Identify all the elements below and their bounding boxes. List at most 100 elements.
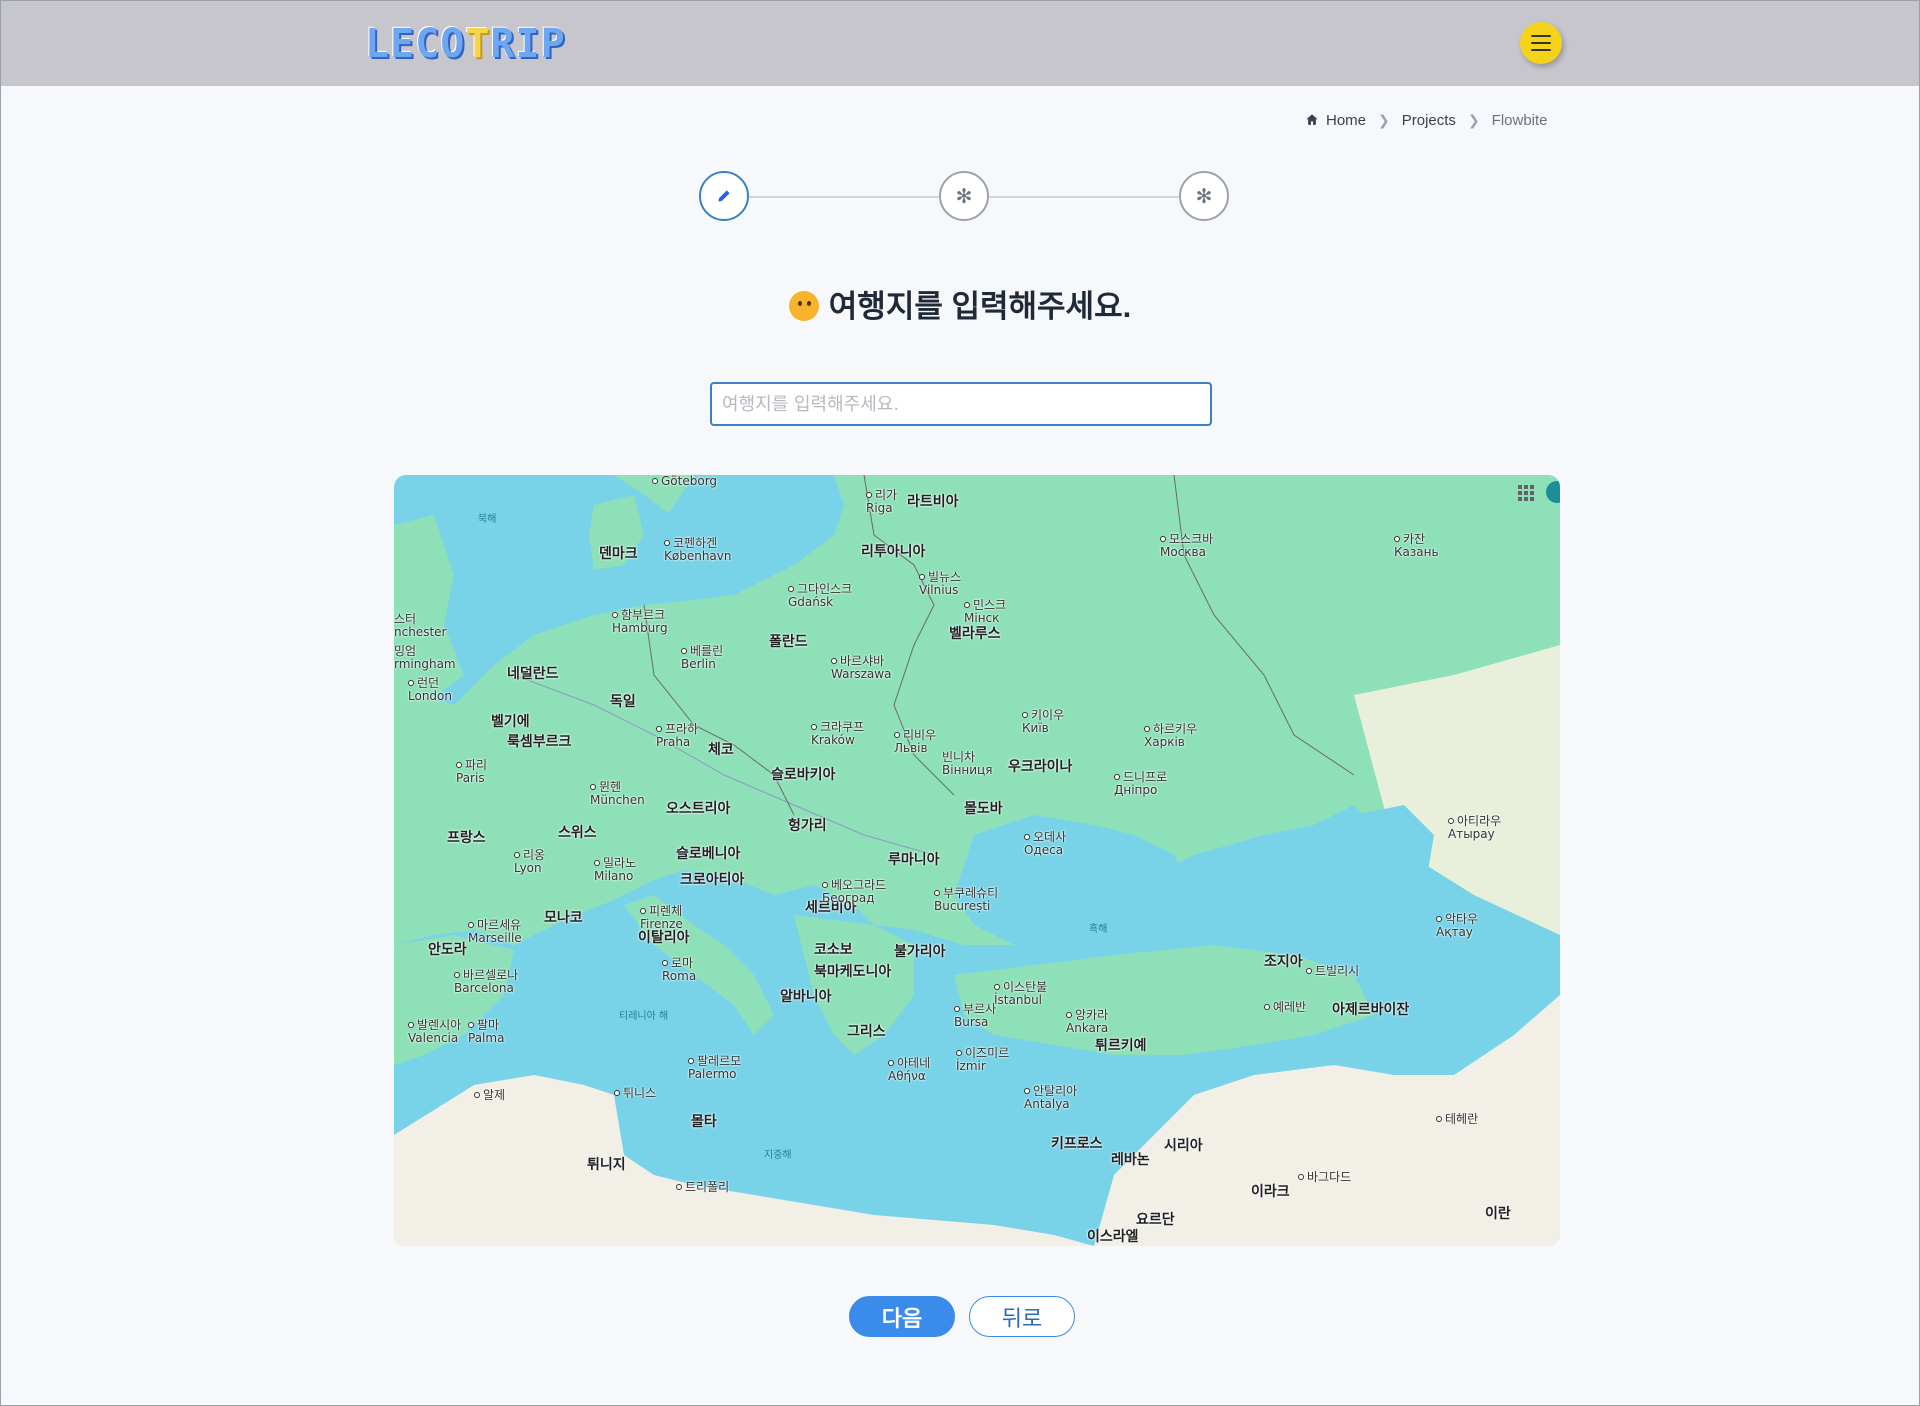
city-dot-icon bbox=[1144, 726, 1150, 732]
city-name: 안탈리아 bbox=[1033, 1084, 1078, 1098]
thinking-face-icon bbox=[788, 291, 819, 321]
country-label: 크로아티아 bbox=[680, 872, 745, 888]
page-title-text: 여행지를 입력해주세요. bbox=[828, 289, 1132, 324]
city-label: 하르키우 Харків bbox=[1144, 723, 1197, 748]
step-connector bbox=[989, 196, 1179, 198]
logo-text-part: RIP bbox=[490, 21, 566, 67]
hamburger-icon bbox=[1531, 49, 1551, 51]
country-label: 라트비아 bbox=[907, 494, 959, 510]
city-name: 밍엄 bbox=[394, 644, 417, 658]
city-label: 트빌리시 bbox=[1306, 965, 1359, 978]
city-name-en: Львів bbox=[894, 740, 928, 755]
city-dot-icon bbox=[1024, 834, 1030, 840]
country-label: 벨라루스 bbox=[949, 626, 1001, 642]
pencil-icon bbox=[718, 190, 730, 202]
city-label: 부르사 Bursa bbox=[954, 1003, 996, 1028]
city-dot-icon bbox=[640, 908, 646, 914]
country-label: 벨기에 bbox=[491, 714, 530, 730]
city-label: 바그다드 bbox=[1298, 1171, 1351, 1184]
city-dot-icon bbox=[454, 972, 460, 978]
city-label: 밀라노 Milano bbox=[594, 857, 636, 882]
step-connector bbox=[749, 196, 939, 198]
city-dot-icon bbox=[1394, 536, 1400, 542]
city-label: 그다인스크 Gdańsk bbox=[788, 583, 852, 608]
city-name: 예레반 bbox=[1273, 1000, 1307, 1014]
city-name: 이즈미르 bbox=[965, 1046, 1010, 1060]
country-label: 튀르키예 bbox=[1095, 1038, 1147, 1054]
city-name-en: Ақтау bbox=[1436, 924, 1473, 939]
city-label: 리가 Riga bbox=[866, 489, 897, 514]
lecotrip-logo[interactable]: LECOTRIP bbox=[365, 21, 566, 67]
breadcrumb-projects[interactable]: Projects bbox=[1402, 112, 1456, 129]
city-name: 리가 bbox=[875, 488, 898, 502]
city-dot-icon bbox=[1264, 1004, 1270, 1010]
map-view[interactable]: 북해 흑해 티레니아 해 지중해 Göteborg 덴마크 리투아니아 라트비아… bbox=[394, 475, 1560, 1246]
city-label: 악타우 Ақтау bbox=[1436, 913, 1478, 938]
city-name: 발렌시아 bbox=[417, 1018, 462, 1032]
city-label: 리옹 Lyon bbox=[514, 849, 545, 874]
country-label: 폴란드 bbox=[769, 634, 808, 650]
city-label: 튀니스 bbox=[614, 1087, 656, 1100]
apps-grid-icon[interactable] bbox=[1518, 485, 1534, 501]
city-dot-icon bbox=[1436, 916, 1442, 922]
city-name: 피렌체 bbox=[649, 904, 683, 918]
country-label: 안도라 bbox=[428, 942, 467, 958]
city-name: 키이우 bbox=[1031, 708, 1065, 722]
city-name: 민스크 bbox=[973, 598, 1007, 612]
city-label: 오데사 Одеса bbox=[1024, 831, 1066, 856]
city-label: Göteborg bbox=[652, 475, 717, 488]
breadcrumb-current: Flowbite bbox=[1492, 112, 1548, 129]
city-name: 로마 bbox=[671, 956, 694, 970]
city-name-en: Одеса bbox=[1024, 842, 1064, 857]
city-label: 이즈미르 İzmir bbox=[956, 1047, 1009, 1072]
breadcrumb-home[interactable]: Home bbox=[1305, 112, 1366, 129]
city-name-en: Hamburg bbox=[612, 620, 668, 635]
country-label: 슬로바키아 bbox=[771, 767, 836, 783]
city-name-en: Palermo bbox=[688, 1066, 737, 1081]
country-label: 이스라엘 bbox=[1087, 1229, 1139, 1245]
city-name: 트빌리시 bbox=[1315, 964, 1360, 978]
logo-text-part: T bbox=[465, 21, 491, 67]
chevron-right-icon: ❯ bbox=[1467, 111, 1480, 128]
city-label: 부쿠레슈티 București bbox=[934, 887, 998, 912]
city-name-en: Roma bbox=[662, 968, 697, 983]
city-dot-icon bbox=[664, 540, 670, 546]
city-name: 팔마 bbox=[477, 1018, 500, 1032]
city-name-en: Харків bbox=[1144, 734, 1185, 749]
city-label: 피렌체 Firenze bbox=[640, 905, 683, 930]
step-3[interactable]: ✻ bbox=[1179, 171, 1229, 221]
city-name: 알제 bbox=[483, 1088, 506, 1102]
step-2[interactable]: ✻ bbox=[939, 171, 989, 221]
city-name-en: Riga bbox=[866, 500, 893, 515]
country-label: 루마니아 bbox=[888, 852, 940, 868]
city-name: 리비우 bbox=[903, 728, 937, 742]
city-name: 프라하 bbox=[665, 722, 699, 736]
city-label: 카잔 Казань bbox=[1394, 533, 1439, 558]
city-name-en: Москва bbox=[1160, 544, 1206, 559]
city-label: 팔레르모 Palermo bbox=[688, 1055, 741, 1080]
city-dot-icon bbox=[1306, 968, 1312, 974]
next-button[interactable]: 다음 bbox=[849, 1296, 955, 1337]
city-name: 이스탄불 bbox=[1003, 980, 1048, 994]
city-name: Göteborg bbox=[661, 475, 718, 488]
city-name: 베를린 bbox=[690, 644, 724, 658]
city-label: 안탈리아 Antalya bbox=[1024, 1085, 1077, 1110]
city-name-en: Атырау bbox=[1448, 826, 1495, 841]
city-label: 앙카라 Ankara bbox=[1066, 1009, 1108, 1034]
city-name: 밀라노 bbox=[603, 856, 637, 870]
country-label: 키프로스 bbox=[1051, 1136, 1103, 1152]
city-dot-icon bbox=[614, 1090, 620, 1096]
back-button[interactable]: 뒤로 bbox=[969, 1296, 1075, 1337]
city-dot-icon bbox=[656, 726, 662, 732]
breadcrumb-label: Home bbox=[1326, 111, 1367, 129]
step-1[interactable] bbox=[699, 171, 749, 221]
city-dot-icon bbox=[468, 1022, 474, 1028]
city-name: 악타우 bbox=[1445, 912, 1479, 926]
city-dot-icon bbox=[1066, 1012, 1072, 1018]
hamburger-menu-button[interactable] bbox=[1520, 22, 1562, 64]
destination-input[interactable] bbox=[710, 382, 1212, 426]
logo-text-part: LECO bbox=[365, 21, 466, 67]
country-label: 아제르바이잔 bbox=[1332, 1002, 1410, 1018]
city-label: 리비우 Львів bbox=[894, 729, 936, 754]
city-dot-icon bbox=[1436, 1116, 1442, 1122]
